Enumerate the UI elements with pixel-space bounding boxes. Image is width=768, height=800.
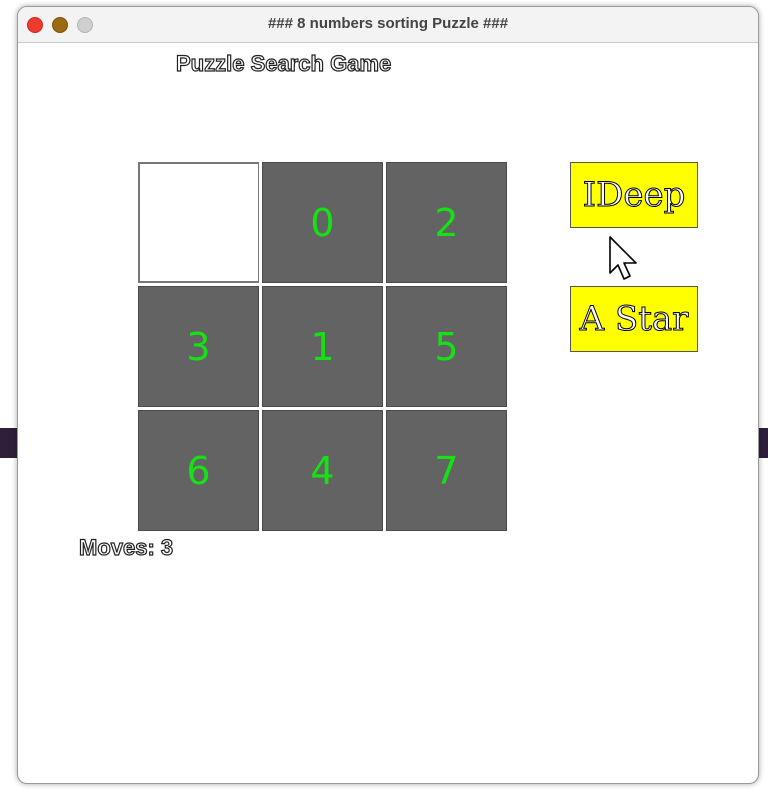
tile-1[interactable]: 1: [262, 286, 383, 407]
game-title: Puzzle Search Game: [175, 50, 392, 76]
mouse-cursor-icon: [609, 236, 637, 280]
tile-5[interactable]: 5: [386, 286, 507, 407]
moves-counter: Moves: 3: [78, 534, 174, 560]
tile-0[interactable]: 0: [262, 162, 383, 283]
background-desktop-left: [0, 428, 18, 458]
tile-3[interactable]: 3: [138, 286, 259, 407]
title-bar[interactable]: ### 8 numbers sorting Puzzle ###: [18, 7, 758, 43]
puzzle-board: 0 2 3 1 5 6 4 7: [138, 162, 512, 536]
window-title: ### 8 numbers sorting Puzzle ###: [267, 15, 509, 32]
tile-6[interactable]: 6: [138, 410, 259, 531]
tile-empty[interactable]: [138, 162, 259, 283]
astar-button[interactable]: A Star: [570, 286, 698, 352]
ideep-button[interactable]: IDeep: [570, 162, 698, 228]
tile-4[interactable]: 4: [262, 410, 383, 531]
tile-7[interactable]: 7: [386, 410, 507, 531]
puzzle-window: ### 8 numbers sorting Puzzle ### Puzzle …: [17, 6, 759, 784]
tile-2[interactable]: 2: [386, 162, 507, 283]
